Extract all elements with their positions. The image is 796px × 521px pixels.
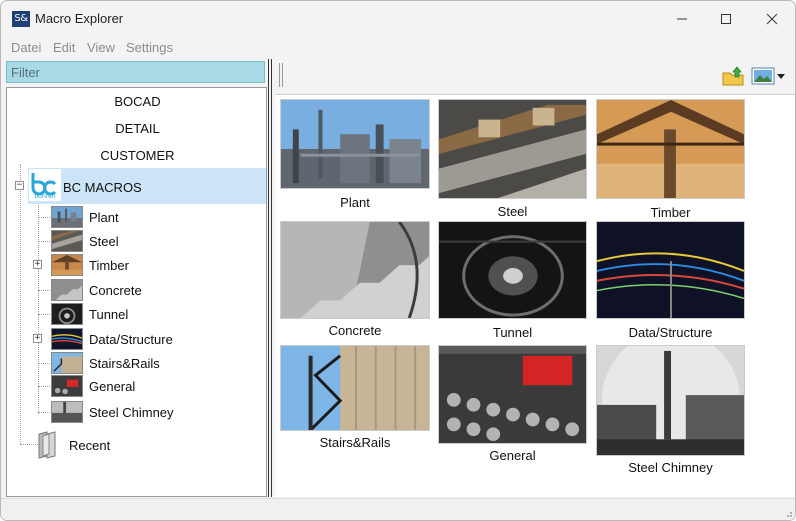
tunnel-photo-icon xyxy=(438,221,587,319)
tree-item-label: Stairs&Rails xyxy=(89,356,160,371)
macro-gallery: Plant Steel Timber Concrete Tunnel Data/… xyxy=(275,94,795,497)
concrete-photo-icon xyxy=(280,221,430,319)
gallery-tile-label: Steel xyxy=(497,204,528,219)
folder-up-icon xyxy=(722,66,744,86)
tree-node-recent[interactable]: Recent xyxy=(37,430,110,465)
toolbar-grip[interactable] xyxy=(279,63,283,87)
tree-item-label: Data/Structure xyxy=(89,332,173,347)
stairs-rails-thumb-icon xyxy=(51,352,83,374)
timber-thumb-icon xyxy=(51,254,83,276)
close-button[interactable] xyxy=(749,7,795,31)
menu-view[interactable]: View xyxy=(87,40,115,55)
steel-chimney-thumb-icon xyxy=(51,401,83,423)
gallery-tile-label: Concrete xyxy=(328,323,382,338)
window-title: Macro Explorer xyxy=(35,11,124,26)
tree-line xyxy=(38,412,50,413)
macro-explorer-window: S& Macro Explorer Datei Edit View Settin… xyxy=(0,0,796,521)
tree-item-label: Steel Chimney xyxy=(89,405,174,420)
tree-line xyxy=(38,217,50,218)
expand-toggle-data-structure[interactable]: + xyxy=(33,334,42,343)
category-detail[interactable]: DETAIL xyxy=(7,121,268,136)
gallery-tile-label: Steel Chimney xyxy=(628,460,713,475)
tree-line xyxy=(38,290,50,291)
splitter-line xyxy=(268,59,269,497)
menu-settings[interactable]: Settings xyxy=(126,40,173,55)
splitter-line xyxy=(271,59,272,497)
maximize-button[interactable] xyxy=(703,7,749,31)
gallery-tile-label: General xyxy=(489,448,536,463)
tree-line xyxy=(20,444,38,445)
timber-photo-icon xyxy=(596,99,745,199)
gallery-tile-label: Tunnel xyxy=(492,325,533,340)
general-thumb-icon xyxy=(51,375,83,397)
concrete-thumb-icon xyxy=(51,279,83,301)
close-icon xyxy=(766,13,778,25)
image-view-button[interactable] xyxy=(751,65,775,87)
menu-bar: Datei Edit View Settings xyxy=(1,37,795,59)
stairs-rails-photo-icon xyxy=(280,345,430,431)
dropdown-arrow-icon xyxy=(777,74,785,79)
panel-splitter[interactable] xyxy=(267,59,273,497)
steel-chimney-photo-icon xyxy=(596,345,745,456)
recent-label: Recent xyxy=(69,438,111,453)
tree-line xyxy=(38,241,50,242)
tree-line xyxy=(38,202,39,414)
buhren-logo-icon: buhren xyxy=(29,169,61,201)
logo-text: buhren xyxy=(34,193,55,200)
menu-edit[interactable]: Edit xyxy=(53,40,75,55)
expand-toggle-timber[interactable]: + xyxy=(33,260,42,269)
tree-node-label: BC MACROS xyxy=(63,180,142,195)
plant-thumb-icon xyxy=(51,206,83,228)
image-view-icon xyxy=(751,67,775,85)
tunnel-thumb-icon xyxy=(51,303,83,325)
gallery-tile-label: Timber xyxy=(650,205,691,220)
minimize-button[interactable] xyxy=(659,7,705,31)
maximize-icon xyxy=(721,14,731,24)
tree-item-label: Concrete xyxy=(89,283,142,298)
plant-photo-icon xyxy=(280,99,430,189)
minimize-icon xyxy=(677,18,687,20)
general-photo-icon xyxy=(438,345,587,444)
tree-item-label: Tunnel xyxy=(89,307,129,322)
tree-item-label: Plant xyxy=(89,210,119,225)
view-dropdown-button[interactable] xyxy=(775,65,789,87)
gallery-toolbar xyxy=(275,59,795,93)
data-structure-thumb-icon xyxy=(51,328,83,350)
gallery-tile-label: Stairs&Rails xyxy=(319,435,391,450)
tree-item-label: Steel xyxy=(89,234,119,249)
category-customer[interactable]: CUSTOMER xyxy=(7,148,268,163)
filter-input[interactable] xyxy=(6,61,265,83)
tree-line xyxy=(38,386,50,387)
tree-line xyxy=(20,164,21,444)
app-icon: S& xyxy=(12,11,30,27)
gallery-tile-label: Data/Structure xyxy=(628,325,713,340)
category-bocad[interactable]: BOCAD xyxy=(7,94,268,109)
tree-item-label: General xyxy=(89,379,136,394)
tree-item-label: Timber xyxy=(89,258,129,273)
tree-node-bc-macros[interactable]: buhren BC MACROS xyxy=(28,168,266,204)
gallery-tile-label: Plant xyxy=(340,195,370,210)
recent-icon xyxy=(38,431,56,459)
title-bar[interactable]: S& Macro Explorer xyxy=(1,1,795,37)
steel-photo-icon xyxy=(438,99,587,199)
resize-grip-icon[interactable] xyxy=(783,508,793,518)
status-bar xyxy=(1,498,795,520)
tree-line xyxy=(38,314,50,315)
data-structure-photo-icon xyxy=(596,221,745,319)
folder-up-button[interactable] xyxy=(721,65,745,87)
steel-thumb-icon xyxy=(51,230,83,252)
collapse-toggle-bc-macros[interactable]: − xyxy=(15,181,24,190)
menu-datei[interactable]: Datei xyxy=(11,40,41,55)
macro-tree[interactable]: BOCAD DETAIL CUSTOMER buhren BC MACROS −… xyxy=(6,87,267,497)
tree-line xyxy=(38,363,50,364)
